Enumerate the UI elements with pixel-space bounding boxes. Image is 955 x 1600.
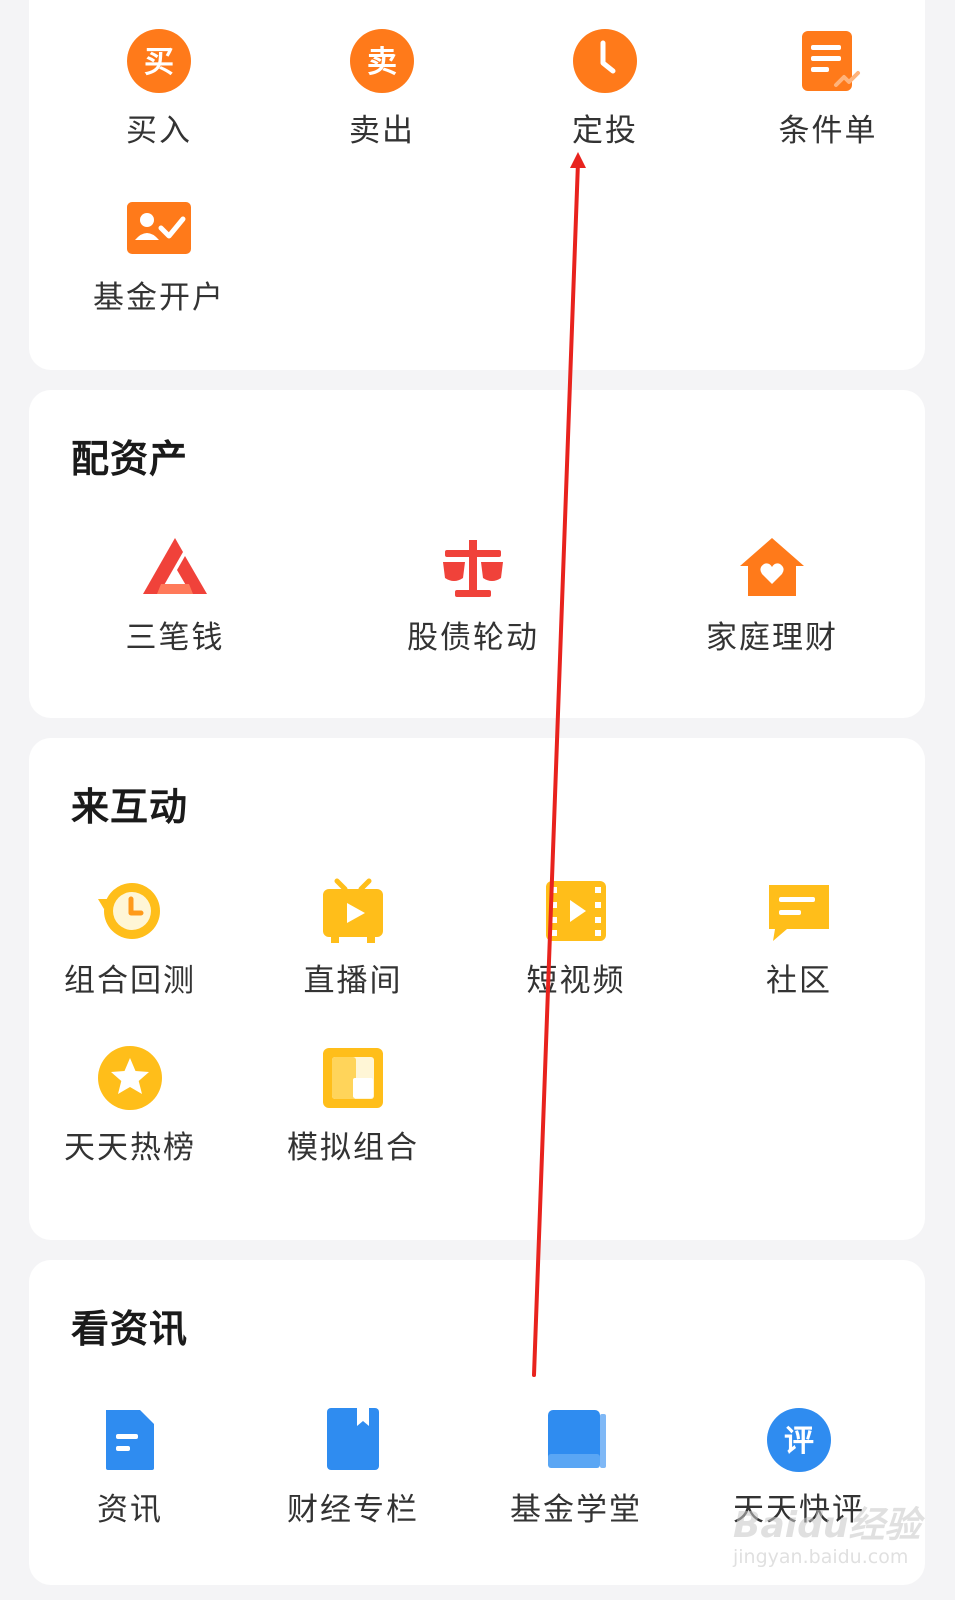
- sell-icon-glyph: 卖: [367, 45, 397, 80]
- allocate-card: 配资产 三笔钱 股债轮动 家庭理财: [29, 390, 925, 718]
- live-tv-icon: [323, 878, 383, 943]
- star-badge-icon: [98, 1046, 162, 1110]
- sell-icon: 卖: [350, 29, 414, 93]
- short-video-item[interactable]: 短视频: [466, 875, 686, 1000]
- sim-portfolio-item[interactable]: 模拟组合: [243, 1042, 463, 1167]
- hot-list-label: 天天热榜: [64, 1130, 196, 1166]
- live-room-item[interactable]: 直播间: [243, 875, 463, 1000]
- condition-order-icon: [802, 31, 860, 91]
- finance-column-item[interactable]: 财经专栏: [243, 1404, 463, 1529]
- fund-account-label: 基金开户: [93, 280, 225, 316]
- buy-icon-glyph: 买: [144, 45, 174, 80]
- chat-bubble-icon: [769, 885, 829, 941]
- watermark-sub: jingyan.baidu.com: [733, 1546, 909, 1568]
- news-item[interactable]: 资讯: [20, 1404, 240, 1529]
- buy-icon: 买: [127, 29, 191, 93]
- clock-icon: [573, 29, 637, 93]
- buy-label: 买入: [126, 113, 192, 149]
- interact-title: 来互动: [71, 785, 189, 829]
- portfolio-squares-icon: [323, 1048, 383, 1108]
- short-video-label: 短视频: [526, 963, 626, 999]
- three-money-label: 三笔钱: [125, 620, 225, 656]
- book-icon: [548, 1410, 606, 1468]
- auto-invest-label: 定投: [572, 113, 638, 149]
- condition-order-item[interactable]: 条件单: [718, 25, 938, 150]
- backtest-clock-icon: [98, 883, 160, 939]
- bookmark-book-icon: [327, 1408, 379, 1470]
- fund-services-page: 买 买入 卖 卖出 定投 条件单 基金开户 配资产 三笔钱 股债轮动 家庭理财 …: [0, 0, 955, 1600]
- three-money-item[interactable]: 三笔钱: [65, 532, 285, 657]
- watermark-main: Baidu经验: [733, 1505, 921, 1546]
- review-icon: 评: [767, 1408, 831, 1472]
- house-heart-icon: [740, 538, 804, 596]
- community-item[interactable]: 社区: [689, 875, 909, 1000]
- trade-card: 买 买入 卖 卖出 定投 条件单 基金开户: [29, 0, 925, 370]
- review-icon-glyph: 评: [784, 1424, 814, 1459]
- auto-invest-item[interactable]: 定投: [495, 25, 715, 150]
- document-icon: [106, 1410, 154, 1470]
- fund-account-item[interactable]: 基金开户: [49, 192, 269, 317]
- interact-card: 来互动 组合回测 直播间 短视频 社区 天天热榜 模拟组合: [29, 738, 925, 1240]
- live-room-label: 直播间: [303, 963, 403, 999]
- backtest-label: 组合回测: [64, 963, 196, 999]
- triangle-logo-icon: [143, 538, 207, 594]
- film-play-icon: [546, 881, 606, 941]
- allocate-title: 配资产: [71, 437, 189, 481]
- sim-portfolio-label: 模拟组合: [287, 1130, 419, 1166]
- sell-label: 卖出: [349, 113, 415, 149]
- baidu-watermark: Baidu经验 jingyan.baidu.com: [733, 1492, 923, 1582]
- family-finance-label: 家庭理财: [706, 620, 838, 656]
- sell-item[interactable]: 卖 卖出: [272, 25, 492, 150]
- stock-bond-rotation-label: 股债轮动: [407, 620, 539, 656]
- hot-list-item[interactable]: 天天热榜: [20, 1042, 240, 1167]
- stock-bond-rotation-item[interactable]: 股债轮动: [363, 532, 583, 657]
- news-label: 资讯: [97, 1492, 163, 1528]
- fund-school-label: 基金学堂: [510, 1492, 642, 1528]
- family-finance-item[interactable]: 家庭理财: [662, 532, 882, 657]
- buy-item[interactable]: 买 买入: [49, 25, 269, 150]
- balance-scale-icon: [443, 540, 503, 597]
- community-label: 社区: [766, 963, 832, 999]
- finance-column-label: 财经专栏: [287, 1492, 419, 1528]
- backtest-item[interactable]: 组合回测: [20, 875, 240, 1000]
- account-open-icon: [127, 202, 191, 254]
- condition-order-label: 条件单: [778, 113, 878, 149]
- fund-school-item[interactable]: 基金学堂: [466, 1404, 686, 1529]
- news-title: 看资讯: [71, 1307, 189, 1351]
